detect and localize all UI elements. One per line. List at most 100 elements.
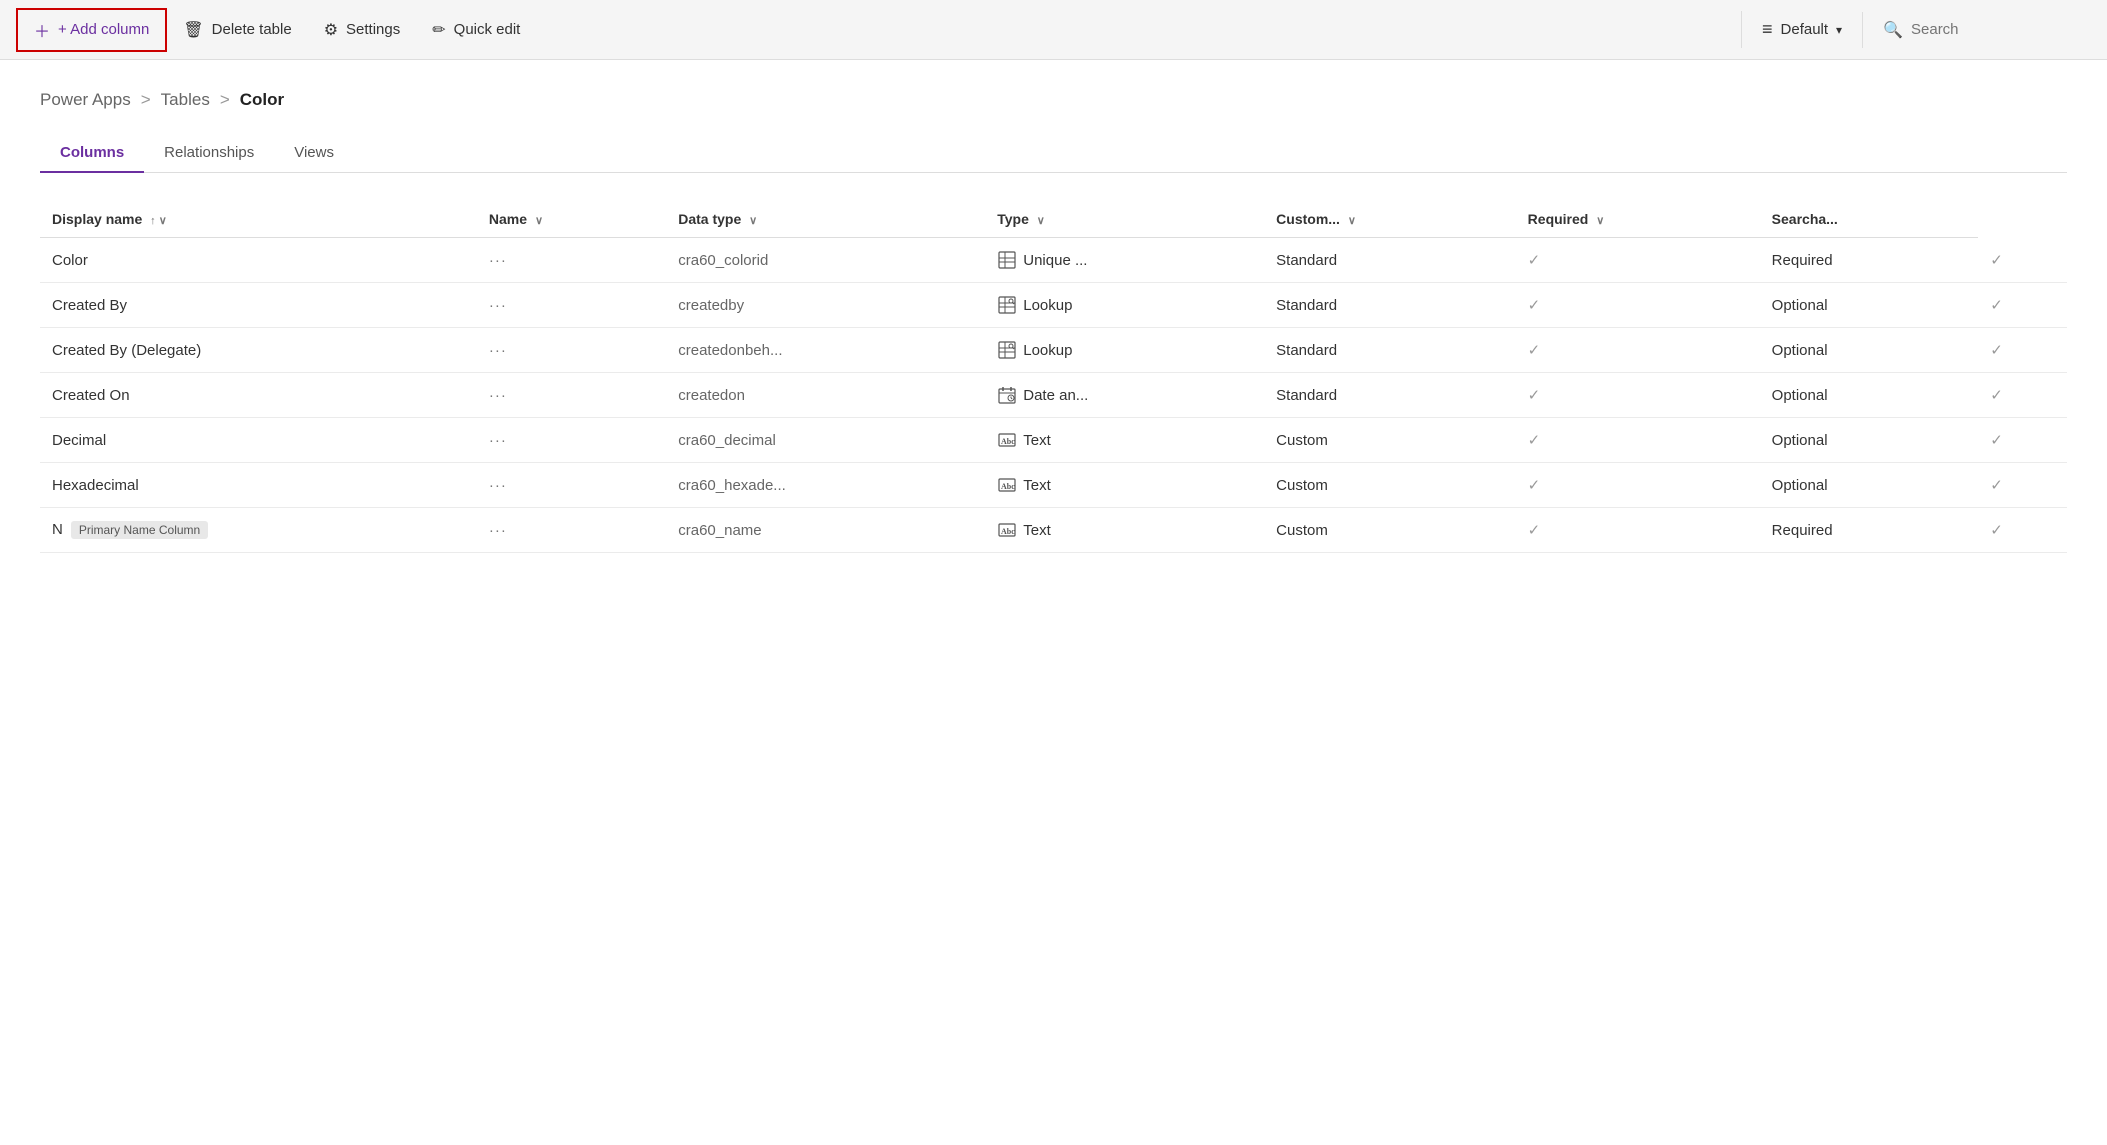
table-body: Color···cra60_coloridUnique ...Standard✓… [40,238,2067,553]
cell-name: cra60_hexade... [666,463,985,508]
custom-check-icon: ✓ [1528,477,1541,494]
searchable-check-icon: ✓ [1990,477,2003,494]
searchable-check-icon: ✓ [1990,387,2003,404]
col-header-name[interactable]: Name ∨ [477,201,666,238]
data-type-icon [997,385,1017,405]
chevron-down-icon: ▾ [1836,23,1842,37]
more-options-icon[interactable]: ··· [489,522,507,539]
searchable-check-icon: ✓ [1990,432,2003,449]
data-type-label: Lookup [1023,342,1072,359]
cell-searchable: ✓ [1978,373,2067,418]
cell-data-type: Unique ... [985,238,1264,283]
col-header-data-type[interactable]: Data type ∨ [666,201,985,238]
cell-searchable: ✓ [1978,418,2067,463]
breadcrumb-tables[interactable]: Tables [161,90,210,110]
cell-custom: ✓ [1516,373,1760,418]
cell-more-options[interactable]: ··· [477,328,666,373]
cell-name: cra60_decimal [666,418,985,463]
default-view-button[interactable]: ≡ Default ▾ [1742,11,1862,48]
cell-name: createdby [666,283,985,328]
display-name-text: Created By [52,297,127,314]
cell-more-options[interactable]: ··· [477,238,666,283]
hamburger-icon: ≡ [1762,19,1773,40]
quick-edit-icon: ✏ [432,20,445,40]
more-options-icon[interactable]: ··· [489,387,507,404]
tab-views[interactable]: Views [274,134,354,173]
cell-custom: ✓ [1516,418,1760,463]
data-type-label: Text [1023,477,1051,494]
breadcrumb-sep2: > [220,90,230,110]
cell-more-options[interactable]: ··· [477,283,666,328]
delete-icon: 🗑 [183,20,203,40]
col-header-display-name[interactable]: Display name ↑ ∨ [40,201,477,238]
cell-type: Custom [1264,508,1516,553]
display-name-text: N [52,521,63,538]
searchable-check-icon: ✓ [1990,342,2003,359]
cell-type: Standard [1264,373,1516,418]
required-label: Required [1772,522,1833,539]
more-options-icon[interactable]: ··· [489,477,507,494]
cell-name: cra60_colorid [666,238,985,283]
cell-display-name: Hexadecimal [40,463,477,508]
quick-edit-button[interactable]: ✏ Quick edit [416,12,536,48]
display-name-text: Created On [52,387,130,404]
more-options-icon[interactable]: ··· [489,297,507,314]
col-header-type[interactable]: Type ∨ [985,201,1264,238]
cell-more-options[interactable]: ··· [477,508,666,553]
cell-data-type: Lookup [985,283,1264,328]
delete-table-button[interactable]: 🗑 Delete table [167,12,307,48]
cell-required: Required [1760,508,1979,553]
cell-type: Standard [1264,238,1516,283]
cell-searchable: ✓ [1978,328,2067,373]
custom-check-icon: ✓ [1528,252,1541,269]
breadcrumb-current: Color [240,90,284,110]
cell-required: Optional [1760,463,1979,508]
cell-more-options[interactable]: ··· [477,463,666,508]
custom-check-icon: ✓ [1528,387,1541,404]
cell-custom: ✓ [1516,508,1760,553]
cell-type: Standard [1264,283,1516,328]
col-header-custom[interactable]: Custom... ∨ [1264,201,1516,238]
cell-required: Required [1760,238,1979,283]
tab-columns[interactable]: Columns [40,134,144,173]
data-type-label: Lookup [1023,297,1072,314]
cell-display-name: Created By [40,283,477,328]
required-label: Required [1772,252,1833,269]
searchable-check-icon: ✓ [1990,297,2003,314]
cell-more-options[interactable]: ··· [477,373,666,418]
cell-display-name: Created On [40,373,477,418]
searchable-check-icon: ✓ [1990,522,2003,539]
cell-display-name: Color [40,238,477,283]
table-row: Created By···createdbyLookupStandard✓Opt… [40,283,2067,328]
cell-custom: ✓ [1516,238,1760,283]
more-options-icon[interactable]: ··· [489,432,507,449]
search-icon: 🔍 [1883,20,1903,40]
data-type-icon [997,250,1017,270]
breadcrumb-sep1: > [141,90,151,110]
cell-more-options[interactable]: ··· [477,418,666,463]
more-options-icon[interactable]: ··· [489,252,507,269]
data-type-label: Text [1023,432,1051,449]
cell-required: Optional [1760,418,1979,463]
custom-check-icon: ✓ [1528,522,1541,539]
add-column-button[interactable]: ＋ + Add column [16,8,167,52]
more-options-icon[interactable]: ··· [489,342,507,359]
cell-display-name: Created By (Delegate) [40,328,477,373]
breadcrumb-powerapps[interactable]: Power Apps [40,90,131,110]
cell-custom: ✓ [1516,328,1760,373]
cell-type: Standard [1264,328,1516,373]
cell-data-type: AbcText [985,508,1264,553]
breadcrumb: Power Apps > Tables > Color [40,90,2067,110]
settings-button[interactable]: ⚙ Settings [308,12,417,48]
svg-text:Abc: Abc [1001,437,1015,446]
col-header-required[interactable]: Required ∨ [1516,201,1760,238]
cell-searchable: ✓ [1978,283,2067,328]
data-type-icon [997,340,1017,360]
data-type-label: Text [1023,522,1051,539]
main-content: Power Apps > Tables > Color Columns Rela… [0,60,2107,583]
cell-required: Optional [1760,373,1979,418]
search-input[interactable] [1911,21,2071,38]
data-type-icon [997,295,1017,315]
col-header-searchable[interactable]: Searcha... [1760,201,1979,238]
tab-relationships[interactable]: Relationships [144,134,274,173]
